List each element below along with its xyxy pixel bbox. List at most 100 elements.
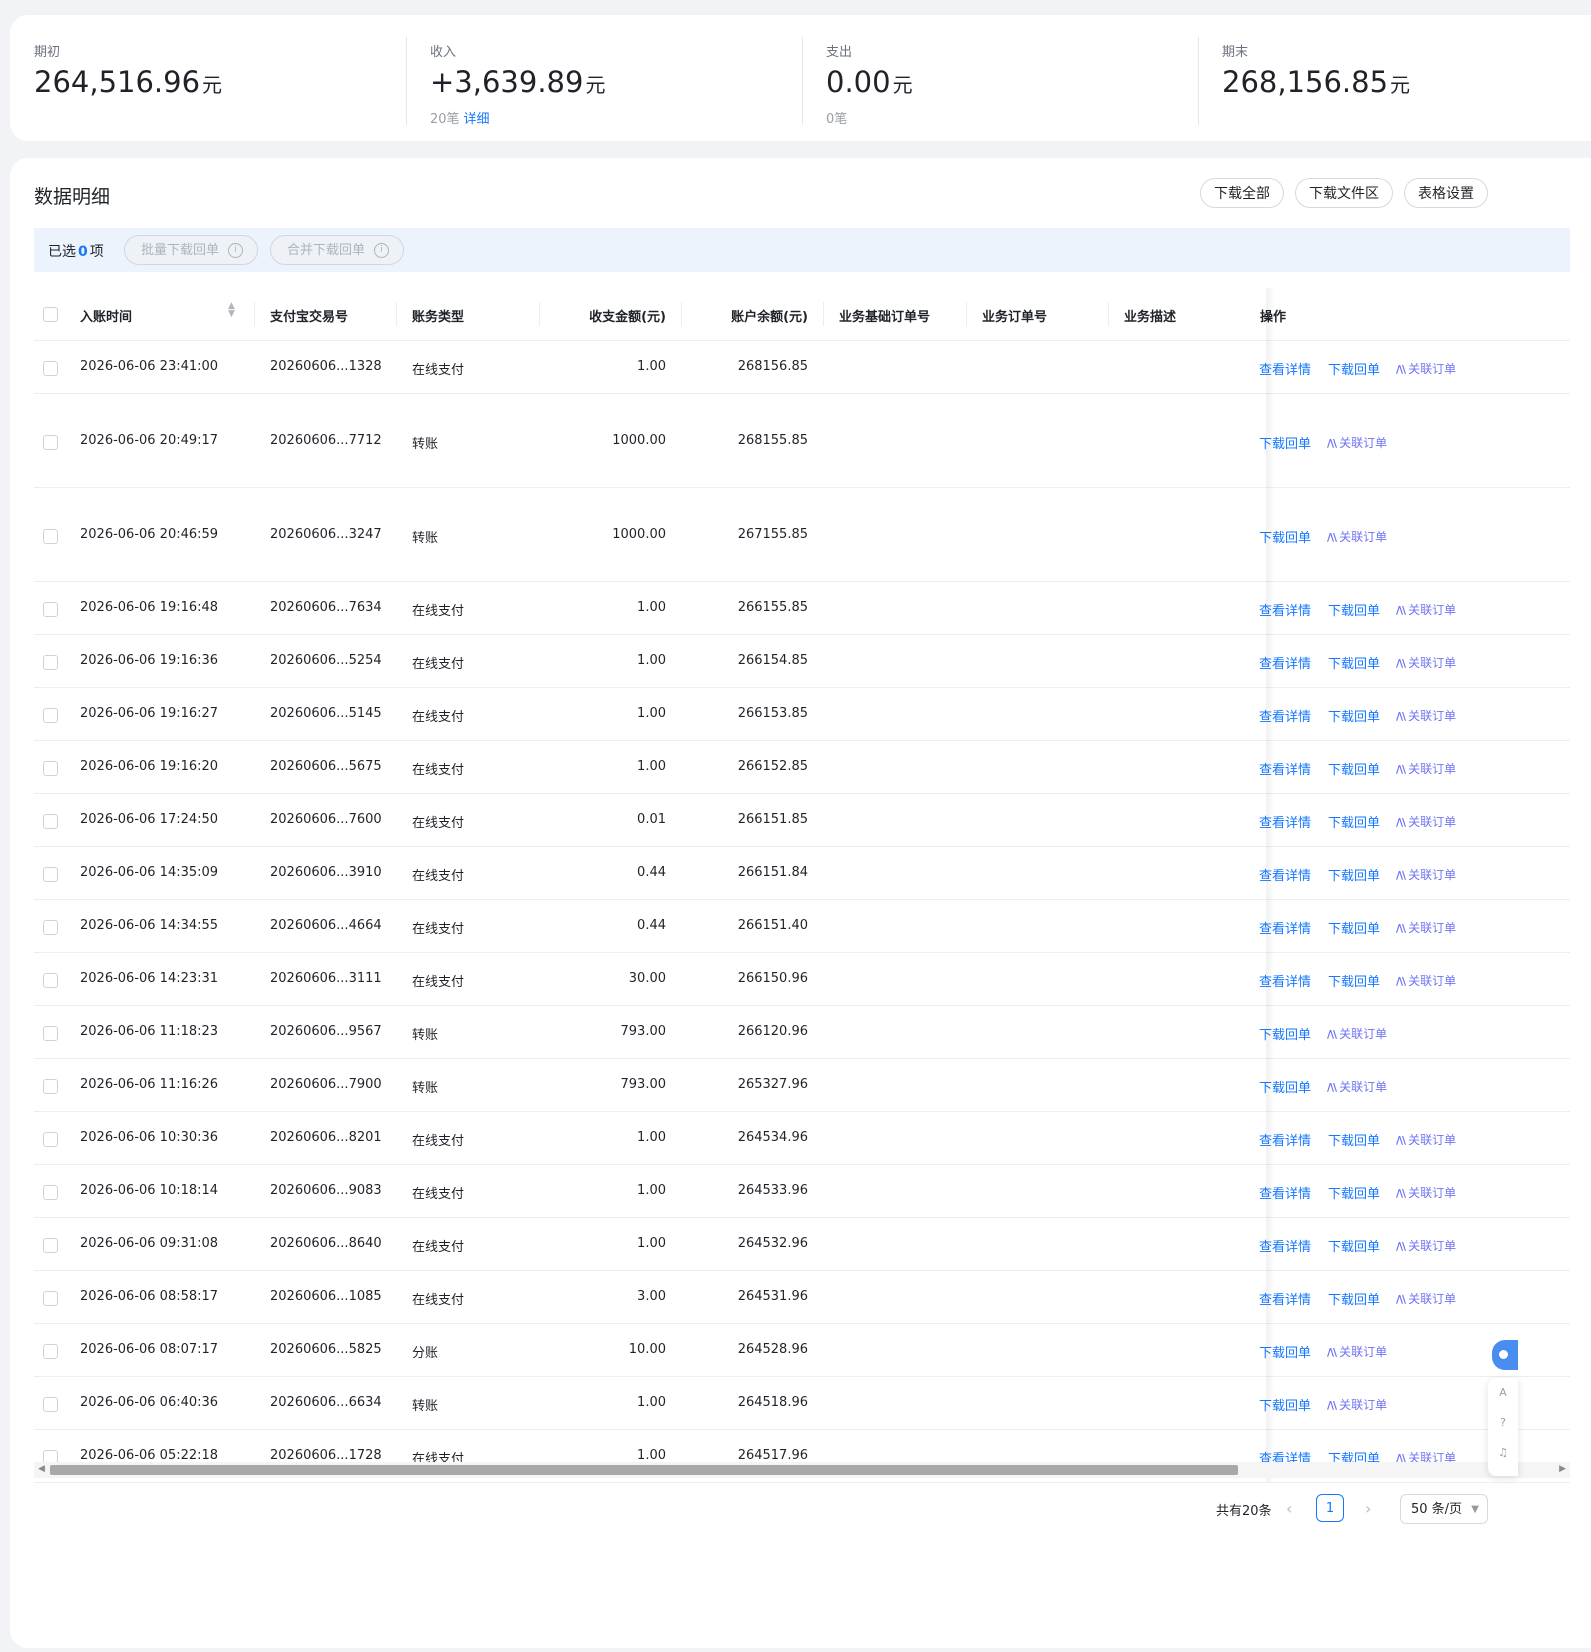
assistant-robot-icon[interactable] [1492, 1340, 1518, 1370]
cell-time: 2026-06-06 19:16:27 [80, 706, 219, 721]
col-trade-no: 支付宝交易号 [270, 310, 349, 325]
download-receipt-link[interactable]: 下载回单 [1328, 600, 1380, 619]
row-checkbox[interactable] [43, 1185, 58, 1200]
income-detail-link[interactable]: 详细 [464, 112, 490, 127]
download-all-button[interactable]: 下载全部 [1200, 178, 1284, 208]
stat-label: 期末 [1222, 45, 1249, 60]
row-checkbox[interactable] [43, 867, 58, 882]
merge-download-button[interactable]: 合并下载回单 i [270, 235, 404, 265]
associate-order-link[interactable]: /\\ 关联订单 [1396, 919, 1456, 936]
download-area-button[interactable]: 下载文件区 [1295, 178, 1393, 208]
cell-trade-no: 20260606...1328 [270, 359, 382, 374]
associate-order-link[interactable]: /\\ 关联订单 [1396, 1290, 1456, 1307]
headset-icon[interactable]: ♫ [1488, 1438, 1518, 1468]
associate-order-label: 关联订单 [1408, 762, 1457, 776]
page-size-select[interactable]: 50 条/页 ▼ [1400, 1494, 1488, 1524]
download-receipt-link[interactable]: 下载回单 [1328, 1236, 1380, 1255]
scroll-right-icon[interactable]: ▶ [1559, 1464, 1566, 1474]
associate-order-link[interactable]: /\\ 关联订单 [1327, 1343, 1387, 1360]
row-checkbox[interactable] [43, 1132, 58, 1147]
associate-order-link[interactable]: /\\ 关联订单 [1396, 1237, 1456, 1254]
associate-order-link[interactable]: /\\ 关联订单 [1327, 1078, 1387, 1095]
download-receipt-link[interactable]: 下载回单 [1328, 865, 1380, 884]
row-checkbox[interactable] [43, 920, 58, 935]
merge-download-label: 合并下载回单 [287, 243, 366, 258]
associate-order-link[interactable]: /\\ 关联订单 [1396, 866, 1456, 883]
scrollbar-thumb[interactable] [50, 1465, 1238, 1475]
download-receipt-link[interactable]: 下载回单 [1328, 1130, 1380, 1149]
associate-order-link[interactable]: /\\ 关联订单 [1327, 1025, 1387, 1042]
row-checkbox[interactable] [43, 814, 58, 829]
associate-order-label: 关联订单 [1339, 1080, 1388, 1094]
stat-unit: 元 [202, 73, 223, 97]
download-receipt-link[interactable]: 下载回单 [1328, 1183, 1380, 1202]
associate-order-link[interactable]: /\\ 关联订单 [1396, 601, 1456, 618]
associate-order-label: 关联订单 [1339, 530, 1388, 544]
cell-trade-no: 20260606...7634 [270, 600, 382, 615]
associate-order-link[interactable]: /\\ 关联订单 [1396, 760, 1456, 777]
download-receipt-link[interactable]: 下载回单 [1328, 1289, 1380, 1308]
help-icon[interactable]: ? [1488, 1408, 1518, 1438]
cell-trade-no: 20260606...1728 [270, 1448, 382, 1463]
cell-balance: 264532.96 [737, 1236, 808, 1251]
cell-amount: 1.00 [637, 653, 666, 668]
table-row: 2026-06-06 19:16:36 20260606...5254 在线支付 1.… [34, 635, 1570, 688]
next-page-icon[interactable]: › [1365, 1499, 1371, 1518]
associate-order-link[interactable]: /\\ 关联订单 [1396, 1131, 1456, 1148]
scroll-left-icon[interactable]: ◀ [38, 1464, 45, 1474]
cell-time: 2026-06-06 14:23:31 [80, 971, 219, 986]
row-checkbox[interactable] [43, 435, 58, 450]
row-checkbox[interactable] [43, 973, 58, 988]
cell-balance: 264533.96 [737, 1183, 808, 1198]
associate-order-link[interactable]: /\\ 关联订单 [1327, 434, 1387, 451]
table-settings-button[interactable]: 表格设置 [1404, 178, 1488, 208]
col-amount: 收支金额(元) [589, 310, 666, 325]
associate-order-link[interactable]: /\\ 关联订单 [1396, 813, 1456, 830]
stat-unit: 元 [1390, 73, 1411, 97]
detail-title: 数据明细 [34, 186, 111, 208]
row-checkbox[interactable] [43, 602, 58, 617]
batch-download-button[interactable]: 批量下载回单 i [124, 235, 258, 265]
associate-order-link[interactable]: /\\ 关联订单 [1396, 972, 1456, 989]
row-checkbox[interactable] [43, 761, 58, 776]
cell-type: 转账 [412, 1399, 439, 1414]
associate-order-link[interactable]: /\\ 关联订单 [1396, 654, 1456, 671]
row-checkbox[interactable] [43, 655, 58, 670]
table-row: 2026-06-06 06:40:36 20260606...6634 转账 1.00… [34, 1377, 1570, 1430]
download-receipt-link[interactable]: 下载回单 [1328, 918, 1380, 937]
table-row: 2026-06-06 10:18:14 20260606...9083 在线支付 1.… [34, 1165, 1570, 1218]
page-number-current[interactable]: 1 [1316, 1494, 1344, 1522]
cell-time: 2026-06-06 20:46:59 [80, 527, 219, 542]
download-receipt-link[interactable]: 下载回单 [1328, 812, 1380, 831]
cell-balance: 266151.40 [737, 918, 808, 933]
select-all-checkbox[interactable] [43, 307, 58, 322]
horizontal-scrollbar[interactable]: ◀ ▶ [34, 1462, 1570, 1478]
row-checkbox[interactable] [43, 1026, 58, 1041]
associate-order-link[interactable]: /\\ 关联订单 [1396, 360, 1456, 377]
cell-time: 2026-06-06 08:58:17 [80, 1289, 219, 1304]
associate-order-link[interactable]: /\\ 关联订单 [1396, 707, 1456, 724]
associate-order-link[interactable]: /\\ 关联订单 [1327, 528, 1387, 545]
ai-sparkle-icon: /\\ [1396, 1134, 1406, 1147]
download-receipt-link[interactable]: 下载回单 [1328, 759, 1380, 778]
prev-page-icon[interactable]: ‹ [1286, 1499, 1292, 1518]
download-receipt-link[interactable]: 下载回单 [1328, 653, 1380, 672]
download-receipt-link[interactable]: 下载回单 [1328, 706, 1380, 725]
row-checkbox[interactable] [43, 1291, 58, 1306]
table-row: 2026-06-06 08:07:17 20260606...5825 分账 10.0… [34, 1324, 1570, 1377]
row-checkbox[interactable] [43, 1079, 58, 1094]
row-checkbox[interactable] [43, 1238, 58, 1253]
summary-expense: 支出 0.00 元 0笔 [802, 15, 1198, 141]
download-receipt-link[interactable]: 下载回单 [1328, 971, 1380, 990]
font-size-icon[interactable]: A [1488, 1378, 1518, 1408]
associate-order-link[interactable]: /\\ 关联订单 [1396, 1184, 1456, 1201]
row-checkbox[interactable] [43, 1397, 58, 1412]
sort-icon[interactable]: ▲ ▼ [228, 302, 235, 319]
row-checkbox[interactable] [43, 1344, 58, 1359]
row-checkbox[interactable] [43, 708, 58, 723]
associate-order-link[interactable]: /\\ 关联订单 [1327, 1396, 1387, 1413]
row-checkbox[interactable] [43, 361, 58, 376]
col-time[interactable]: 入账时间 [80, 306, 132, 325]
row-checkbox[interactable] [43, 529, 58, 544]
download-receipt-link[interactable]: 下载回单 [1328, 359, 1380, 378]
